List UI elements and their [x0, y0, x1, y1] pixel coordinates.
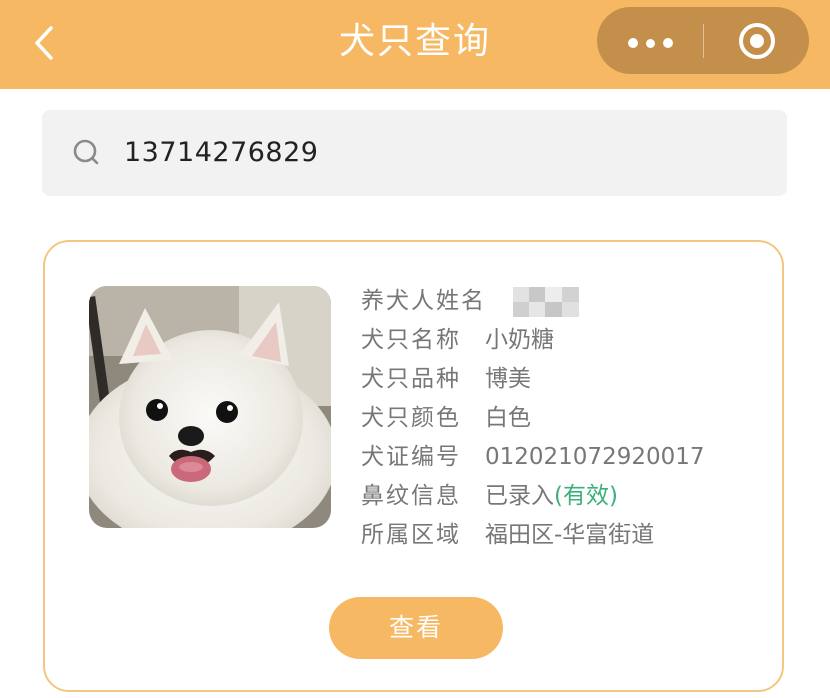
info-label: 犬只颜色 — [361, 405, 461, 431]
info-value: 已录入(有效) — [485, 477, 618, 515]
dog-photo — [89, 286, 331, 528]
info-row-license-number: 犬证编号 012021072920017 — [361, 438, 761, 476]
info-row-color: 犬只颜色 白色 — [361, 399, 721, 437]
info-row-area: 所属区域 福田区-华富街道 — [361, 516, 761, 554]
search-icon — [73, 139, 99, 165]
info-value: 小奶糖 — [485, 327, 554, 353]
nose-print-status: 已录入 — [485, 483, 554, 509]
dog-info-card: 养犬人姓名 犬只名称 小奶糖 犬只品种 博美 犬只颜色 白色 犬证编号 0120… — [43, 240, 784, 692]
more-button[interactable] — [597, 7, 703, 74]
search-value[interactable]: 13714276829 — [124, 110, 318, 196]
info-row-nose-print: 鼻纹信息 已录入(有效) — [361, 477, 761, 515]
info-value: 白色 — [485, 405, 531, 431]
redacted-name-mosaic — [513, 287, 579, 317]
target-icon — [739, 23, 775, 59]
info-label: 犬证编号 — [361, 444, 461, 470]
search-input[interactable]: 13714276829 — [42, 110, 787, 196]
view-button[interactable]: 查看 — [329, 597, 503, 659]
info-row-breed: 犬只品种 博美 — [361, 360, 721, 398]
info-label: 鼻纹信息 — [361, 483, 461, 509]
info-value: 福田区-华富街道 — [485, 522, 655, 548]
info-row-dog-name: 犬只名称 小奶糖 — [361, 321, 721, 359]
info-value: 012021072920017 — [485, 444, 705, 470]
info-label: 犬只品种 — [361, 366, 461, 392]
navigation-bar: 犬只查询 — [0, 0, 830, 89]
info-label: 犬只名称 — [361, 327, 461, 353]
valid-status-badge: (有效) — [554, 483, 618, 509]
info-row-owner-name: 养犬人姓名 — [361, 282, 621, 320]
info-value: 博美 — [485, 366, 531, 392]
miniprogram-capsule — [597, 7, 809, 74]
close-miniprogram-button[interactable] — [704, 7, 809, 74]
info-label: 养犬人姓名 — [361, 288, 486, 314]
info-label: 所属区域 — [361, 522, 461, 548]
